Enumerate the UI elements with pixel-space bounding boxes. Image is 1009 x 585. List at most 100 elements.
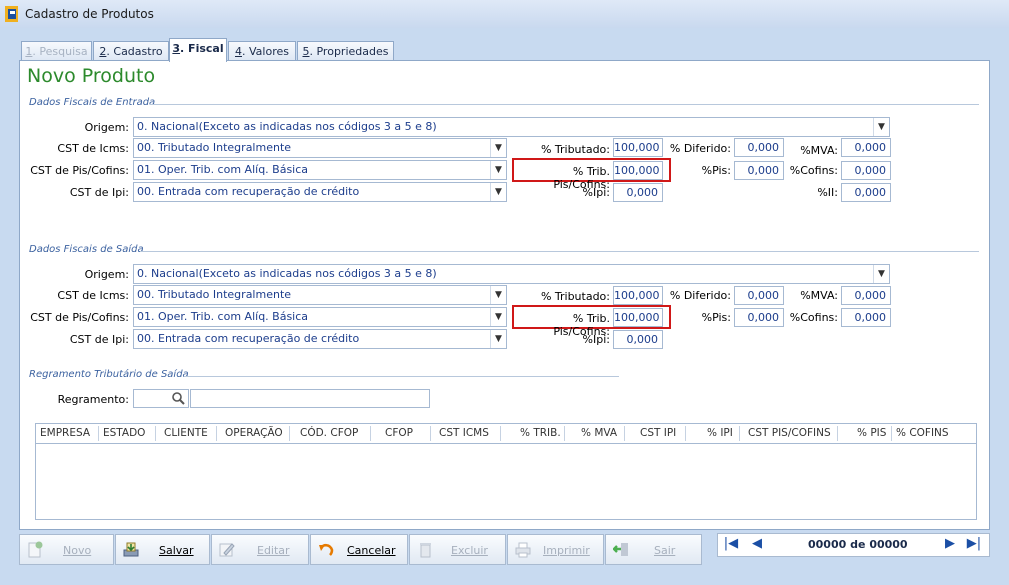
cst-icms-saida-select[interactable]: 00. Tributado Integralmente ▼ xyxy=(133,285,507,305)
ipi-entrada-input[interactable]: 0,000 xyxy=(613,183,663,202)
imprimir-button[interactable]: Imprimir xyxy=(507,534,604,565)
tributado-entrada-input[interactable]: 100,000 xyxy=(613,138,663,157)
mva-saida-input[interactable]: 0,000 xyxy=(841,286,891,305)
regramento-desc-input[interactable] xyxy=(190,389,430,408)
pis-saida-input[interactable]: 0,000 xyxy=(734,308,784,327)
previous-record-icon[interactable]: ◀ xyxy=(748,536,766,552)
chevron-down-icon[interactable]: ▼ xyxy=(490,330,506,348)
cst-ipi-entrada-select[interactable]: 00. Entrada com recuperação de crédito ▼ xyxy=(133,182,507,202)
origem-entrada-value: 0. Nacional(Exceto as indicadas nos códi… xyxy=(137,120,437,133)
ipi-pct-label: %Ipi: xyxy=(582,333,610,346)
cancelar-button[interactable]: Cancelar xyxy=(310,534,408,565)
origem-saida-value: 0. Nacional(Exceto as indicadas nos códi… xyxy=(137,267,437,280)
cst-icms-entrada-value: 00. Tributado Integralmente xyxy=(137,141,292,154)
column-header[interactable]: % COFINS xyxy=(896,424,954,443)
chevron-down-icon[interactable]: ▼ xyxy=(490,161,506,179)
salvar-label: Salvar xyxy=(159,544,194,557)
record-counter: 00000 de 00000 xyxy=(808,538,908,551)
tab-propriedades[interactable]: 5. Propriedades xyxy=(297,41,394,61)
tab-valores[interactable]: 4. Valores xyxy=(228,41,296,61)
mva-label: %MVA: xyxy=(800,289,838,302)
tab-fiscal[interactable]: 3. Fiscal xyxy=(169,38,227,62)
salvar-button[interactable]: Salvar xyxy=(115,534,210,565)
column-separator xyxy=(216,426,217,441)
origem-saida-select[interactable]: 0. Nacional(Exceto as indicadas nos códi… xyxy=(133,264,890,284)
chevron-down-icon[interactable]: ▼ xyxy=(490,286,506,304)
pis-pct-label: %Pis: xyxy=(701,164,731,177)
column-header[interactable]: % IPI xyxy=(707,424,737,443)
cofins-saida-input[interactable]: 0,000 xyxy=(841,308,891,327)
column-separator xyxy=(289,426,290,441)
printer-icon xyxy=(515,542,531,558)
chevron-down-icon[interactable]: ▼ xyxy=(490,139,506,157)
cofins-entrada-input[interactable]: 0,000 xyxy=(841,161,891,180)
grid-header: EMPRESA ESTADO CLIENTE OPERAÇÃO CÓD. CFO… xyxy=(35,423,977,444)
column-header[interactable]: EMPRESA xyxy=(40,424,102,443)
column-header[interactable]: CST IPI xyxy=(640,424,680,443)
next-record-icon[interactable]: ▶ xyxy=(941,536,959,552)
record-of-label: de xyxy=(850,538,866,551)
last-record-icon[interactable]: ▶| xyxy=(965,536,983,552)
column-header[interactable]: OPERAÇÃO xyxy=(225,424,289,443)
column-header[interactable]: CLIENTE xyxy=(164,424,220,443)
column-header[interactable]: CÓD. CFOP xyxy=(300,424,366,443)
editar-button[interactable]: Editar xyxy=(211,534,309,565)
cst-ipi-saida-value: 00. Entrada com recuperação de crédito xyxy=(137,332,360,345)
column-separator xyxy=(430,426,431,441)
cofins-label: %Cofins: xyxy=(789,164,838,177)
tributado-label: % Tributado: xyxy=(540,290,610,303)
mva-label: %MVA: xyxy=(800,144,838,157)
excluir-button[interactable]: Excluir xyxy=(409,534,506,565)
column-header[interactable]: % MVA xyxy=(581,424,621,443)
column-separator xyxy=(564,426,565,441)
app-icon xyxy=(5,6,18,22)
chevron-down-icon[interactable]: ▼ xyxy=(873,265,889,283)
mva-entrada-input[interactable]: 0,000 xyxy=(841,138,891,157)
novo-button[interactable]: Novo xyxy=(19,534,114,565)
cst-ipi-saida-select[interactable]: 00. Entrada com recuperação de crédito ▼ xyxy=(133,329,507,349)
origem-entrada-select[interactable]: 0. Nacional(Exceto as indicadas nos códi… xyxy=(133,117,890,137)
column-header[interactable]: CST PIS/COFINS xyxy=(748,424,834,443)
tributado-label: % Tributado: xyxy=(540,143,610,156)
novo-label: Novo xyxy=(63,544,92,557)
tributado-saida-input[interactable]: 100,000 xyxy=(613,286,663,305)
pis-entrada-input[interactable]: 0,000 xyxy=(734,161,784,180)
cst-pis-entrada-select[interactable]: 01. Oper. Trib. com Alíq. Básica ▼ xyxy=(133,160,507,180)
first-record-icon[interactable]: |◀ xyxy=(722,536,740,552)
column-header[interactable]: ESTADO xyxy=(103,424,153,443)
column-header[interactable]: CFOP xyxy=(385,424,417,443)
ii-entrada-input[interactable]: 0,000 xyxy=(841,183,891,202)
tab-cadastro[interactable]: 2. Cadastro xyxy=(93,41,169,61)
trib-pis-cofins-saida-input[interactable]: 100,000 xyxy=(613,308,663,327)
column-separator xyxy=(739,426,740,441)
diferido-entrada-input[interactable]: 0,000 xyxy=(734,138,784,157)
cst-icms-entrada-select[interactable]: 00. Tributado Integralmente ▼ xyxy=(133,138,507,158)
regramento-label: Regramento: xyxy=(57,393,129,406)
column-header[interactable]: % PIS xyxy=(857,424,889,443)
section-divider xyxy=(150,104,979,105)
chevron-down-icon[interactable]: ▼ xyxy=(490,183,506,201)
window-title: Cadastro de Produtos xyxy=(25,7,154,21)
column-header[interactable]: % TRIB. xyxy=(520,424,566,443)
trib-pis-cofins-entrada-input[interactable]: 100,000 xyxy=(613,161,663,180)
column-header[interactable]: CST ICMS xyxy=(439,424,497,443)
column-separator xyxy=(500,426,501,441)
cst-icms-label: CST de Icms: xyxy=(57,142,129,155)
cst-pis-saida-select[interactable]: 01. Oper. Trib. com Alíq. Básica ▼ xyxy=(133,307,507,327)
cst-icms-saida-value: 00. Tributado Integralmente xyxy=(137,288,292,301)
cst-ipi-entrada-value: 00. Entrada com recuperação de crédito xyxy=(137,185,360,198)
sair-button[interactable]: Sair xyxy=(605,534,702,565)
save-icon xyxy=(123,542,139,557)
ipi-saida-input[interactable]: 0,000 xyxy=(613,330,663,349)
exit-icon xyxy=(613,543,628,556)
chevron-down-icon[interactable]: ▼ xyxy=(490,308,506,326)
diferido-label: % Diferido: xyxy=(669,289,731,302)
cst-icms-label: CST de Icms: xyxy=(57,289,129,302)
search-icon[interactable] xyxy=(171,391,186,406)
tab-pesquisa[interactable]: 1. Pesquisa xyxy=(21,41,92,61)
column-separator xyxy=(155,426,156,441)
section-saida-label: Dados Fiscais de Saída xyxy=(29,244,144,255)
chevron-down-icon[interactable]: ▼ xyxy=(873,118,889,136)
diferido-saida-input[interactable]: 0,000 xyxy=(734,286,784,305)
trash-icon xyxy=(420,543,431,558)
